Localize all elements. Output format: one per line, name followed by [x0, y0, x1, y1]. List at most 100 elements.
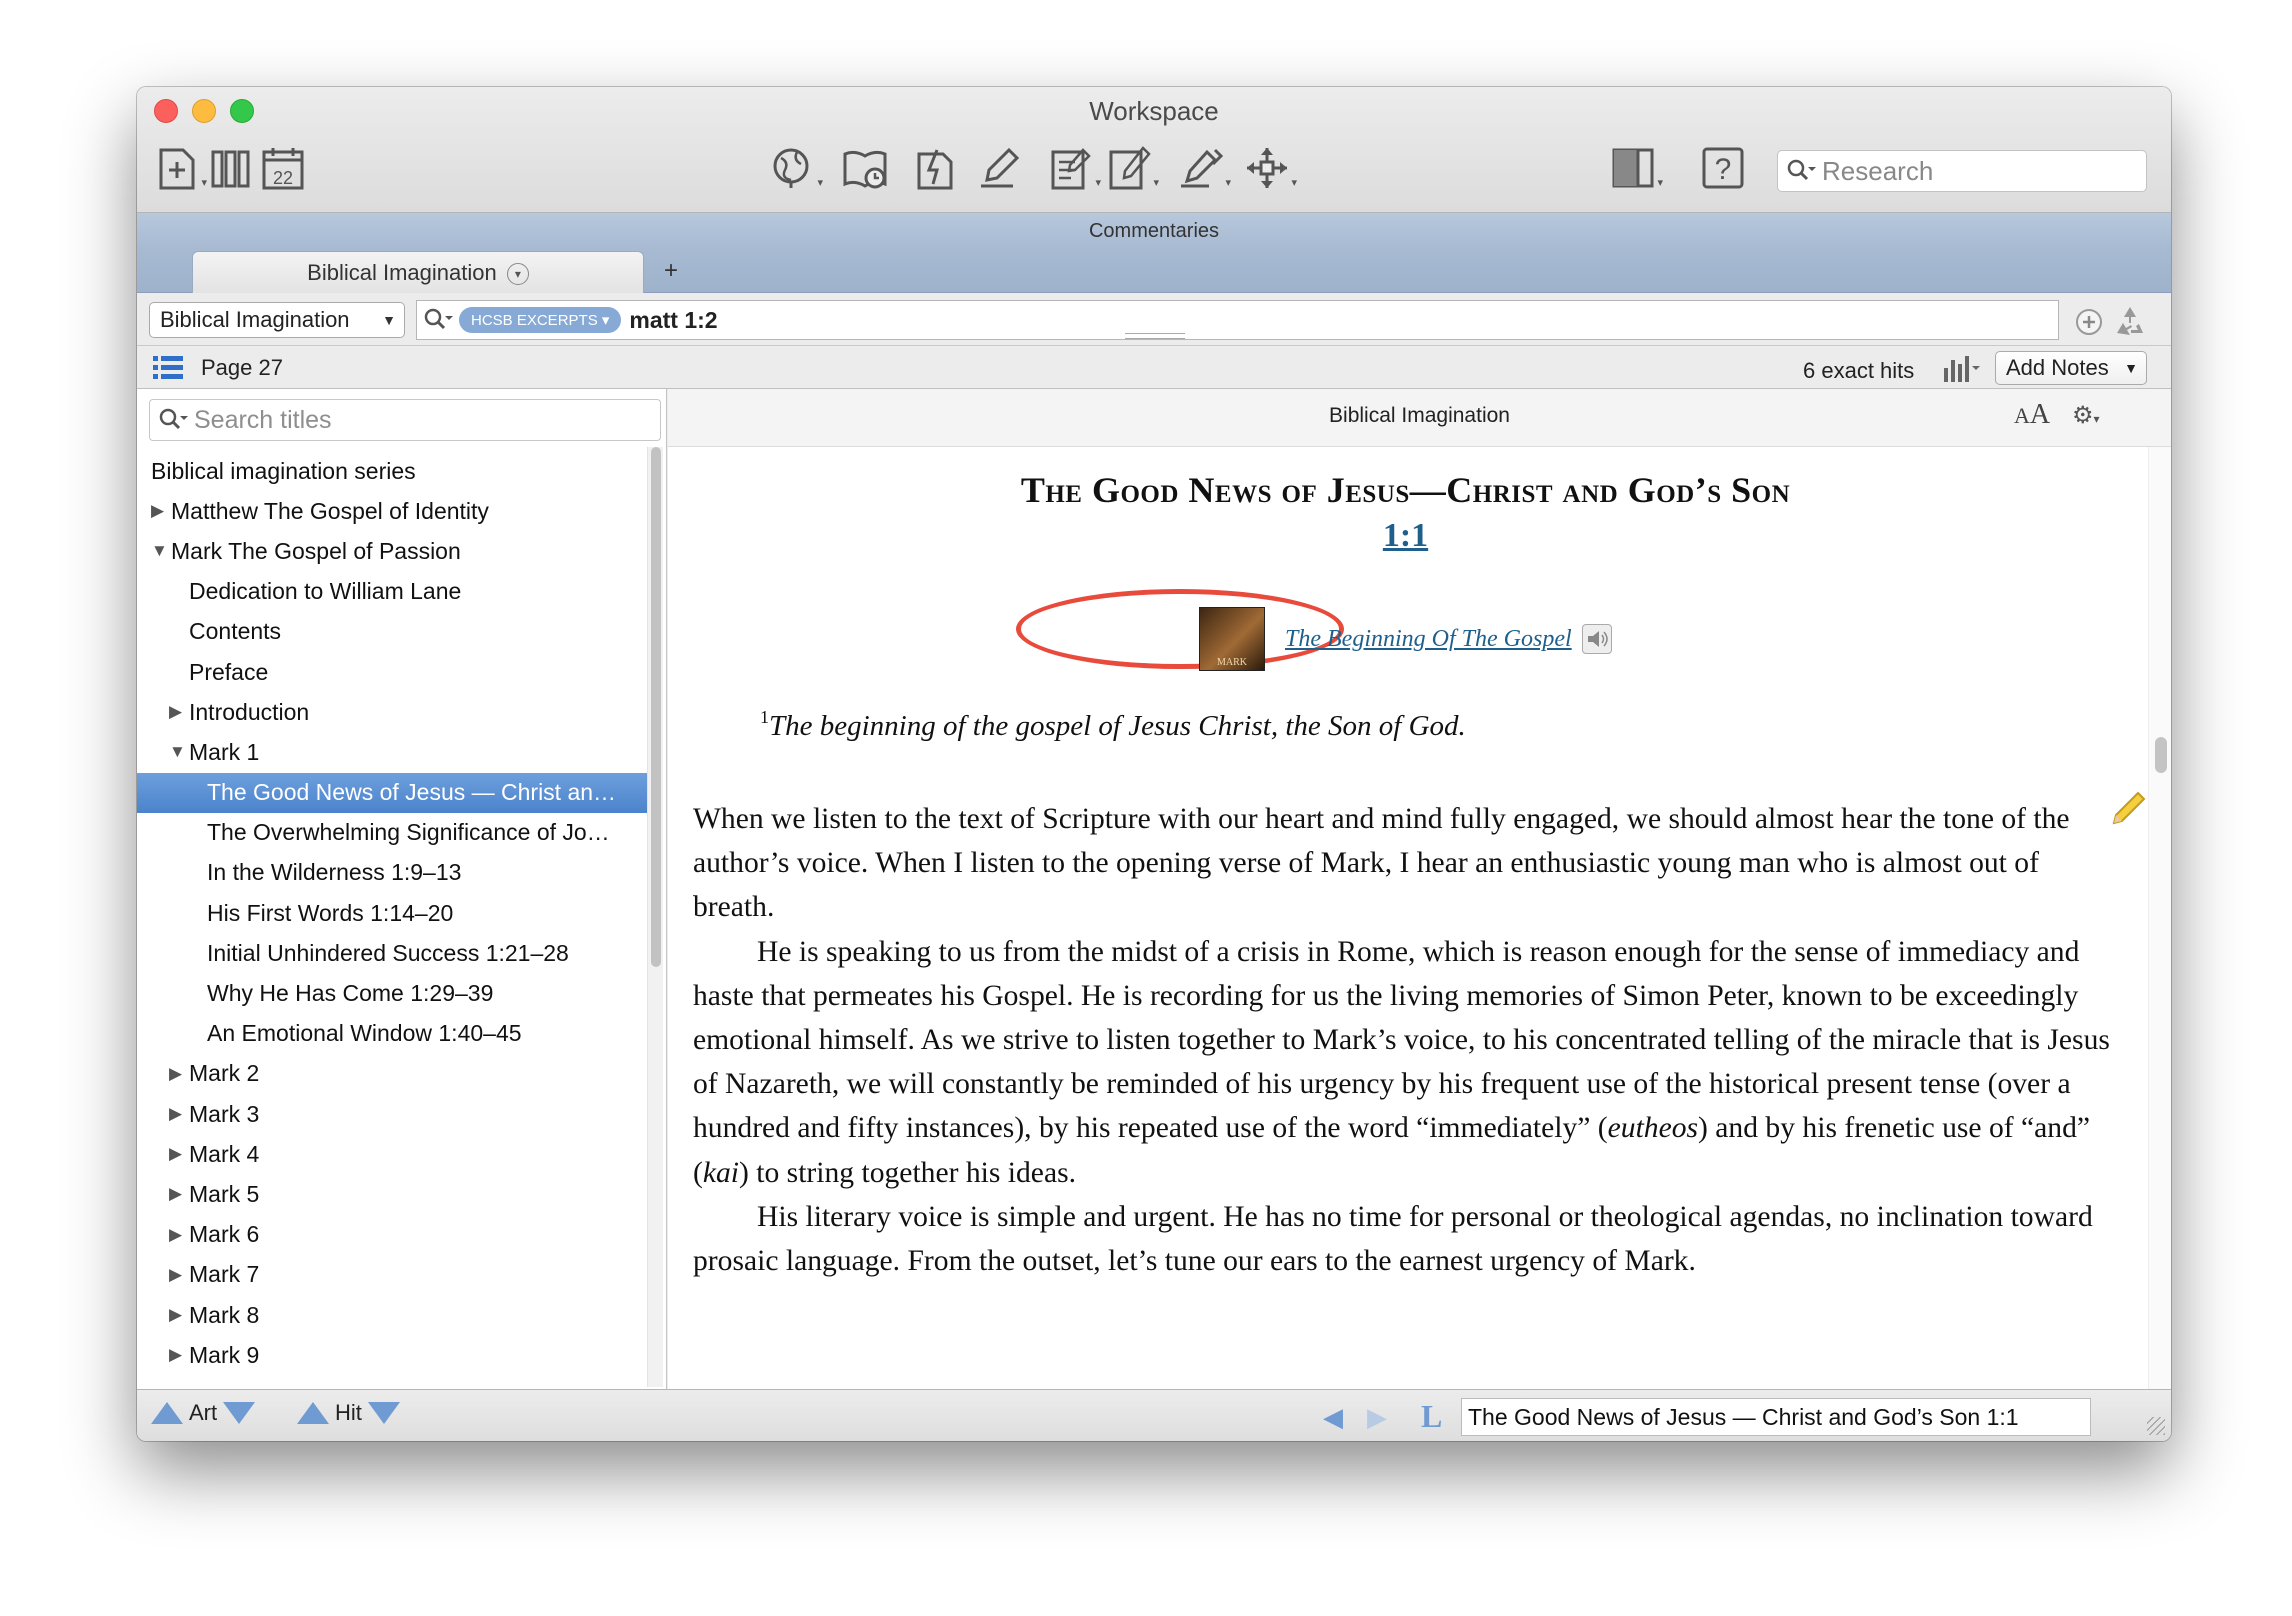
disclosure-closed-icon[interactable]: ▶	[169, 1104, 189, 1124]
video-thumbnail[interactable]: MARK	[1199, 607, 1265, 671]
disclosure-closed-icon[interactable]: ▶	[169, 1064, 189, 1084]
toc-item-label: Introduction	[189, 698, 310, 725]
toc-item-label: Mark 3	[189, 1100, 260, 1127]
search-icon	[1787, 159, 1816, 181]
back-arrow-icon[interactable]: ◀	[1323, 1402, 1343, 1433]
sidebar-scrollbar[interactable]	[647, 447, 663, 1387]
gear-icon[interactable]: ⚙▾	[2072, 401, 2100, 430]
layout-icon[interactable]: ▾	[1607, 141, 1663, 195]
search-titles-input[interactable]: Search titles	[149, 399, 661, 441]
add-notes-button[interactable]: Add Notes ▼	[1995, 351, 2147, 385]
tab-menu-icon[interactable]: ▾	[506, 263, 529, 286]
add-tab-button[interactable]: +	[664, 257, 678, 285]
contents-list-icon[interactable]	[153, 356, 183, 380]
resource-selector[interactable]: Biblical Imagination ▼	[149, 302, 405, 338]
bar-graph-icon[interactable]	[1942, 354, 1982, 382]
toc-item[interactable]: Biblical imagination series	[137, 451, 649, 491]
italic-term: kai	[702, 1156, 740, 1189]
toc-item[interactable]: His First Words 1:14–20	[137, 893, 649, 933]
link-icon[interactable]: L	[1421, 1398, 1442, 1435]
speaker-icon[interactable]	[1581, 624, 1612, 654]
toc-item[interactable]: ▶ Mark 4	[137, 1134, 649, 1174]
disclosure-closed-icon[interactable]: ▶	[169, 1305, 189, 1325]
hit-label: Hit	[335, 1400, 362, 1425]
text-run: His literary voice is simple and urgent.…	[693, 1200, 2093, 1278]
search-icon	[424, 308, 453, 330]
library-icon[interactable]	[205, 141, 257, 195]
notepad-icon[interactable]: ▾	[1045, 141, 1101, 195]
content-scroll-thumb[interactable]	[2155, 737, 2167, 773]
edit-document-icon[interactable]: ▾	[1103, 141, 1159, 195]
toc-item-label: The Overwhelming Significance of Jo…	[207, 819, 610, 846]
font-size-label: AA	[2014, 399, 2051, 430]
content-scrollbar[interactable]	[2148, 447, 2171, 1389]
globe-icon[interactable]: ▾	[767, 141, 823, 195]
reference-search-input[interactable]: HCSB EXCERPTS ▾ matt 1:2	[416, 300, 2059, 340]
toc-item[interactable]: ▶ Mark 9	[137, 1335, 649, 1375]
toc-item[interactable]: ▶ Mark 8	[137, 1295, 649, 1335]
location-field[interactable]: The Good News of Jesus — Christ and God’…	[1461, 1398, 2091, 1436]
previous-article-icon[interactable]	[151, 1402, 183, 1424]
add-circle-icon[interactable]	[2074, 307, 2104, 337]
toc-item[interactable]: ▼ Mark 1	[137, 732, 649, 772]
toc-item[interactable]: An Emotional Window 1:40–45	[137, 1014, 649, 1054]
resource-selector-value: Biblical Imagination	[160, 307, 350, 332]
toc-item[interactable]: Preface	[137, 652, 649, 692]
toc-item[interactable]: Why He Has Come 1:29–39	[137, 973, 649, 1013]
resize-grip[interactable]	[1125, 333, 1185, 339]
panel-title: Commentaries	[137, 213, 2171, 249]
toc-item[interactable]: The Good News of Jesus — Christ an…	[137, 772, 649, 813]
disclosure-closed-icon[interactable]: ▶	[169, 1184, 189, 1204]
toc-item[interactable]: ▶ Mark 3	[137, 1094, 649, 1134]
toc-item[interactable]: ▶ Mark 6	[137, 1215, 649, 1255]
add-notes-label: Add Notes	[2006, 355, 2109, 380]
scope-pill[interactable]: HCSB EXCERPTS ▾	[459, 307, 622, 333]
pencil-note-icon[interactable]	[2108, 789, 2148, 829]
disclosure-closed-icon[interactable]: ▶	[151, 501, 171, 521]
toc-item[interactable]: ▶ Mark 5	[137, 1174, 649, 1214]
toc-item[interactable]: ▼ Mark The Gospel of Passion	[137, 531, 649, 571]
research-search-field[interactable]: Research	[1777, 150, 2147, 192]
highlighter-icon[interactable]	[973, 141, 1025, 195]
chevron-down-icon: ▼	[2124, 360, 2138, 376]
toc-item-label: Mark 4	[189, 1140, 260, 1167]
media-link[interactable]: The Beginning Of The Gospel	[1285, 626, 1572, 653]
toc-item[interactable]: In the Wilderness 1:9–13	[137, 853, 649, 893]
previous-hit-icon[interactable]	[297, 1402, 329, 1424]
toc-item[interactable]: ▶ Mark 7	[137, 1255, 649, 1295]
book-history-icon[interactable]	[839, 141, 891, 195]
help-icon[interactable]: ?	[1697, 141, 1749, 195]
new-document-icon[interactable]: ▾	[151, 141, 207, 195]
disclosure-open-icon[interactable]: ▼	[169, 742, 189, 762]
sidebar-scroll-thumb[interactable]	[651, 447, 661, 967]
verse-reference-link[interactable]: 1:1	[668, 517, 2143, 555]
disclosure-closed-icon[interactable]: ▶	[169, 1265, 189, 1285]
next-article-icon[interactable]	[223, 1402, 256, 1424]
disclosure-closed-icon[interactable]: ▶	[169, 1345, 189, 1365]
toc-item[interactable]: ▶ Matthew The Gospel of Identity	[137, 491, 649, 531]
query-text[interactable]: matt 1:2	[629, 307, 717, 334]
disclosure-closed-icon[interactable]: ▶	[169, 702, 189, 722]
note-icon[interactable]	[909, 141, 961, 195]
disclosure-open-icon[interactable]: ▼	[151, 541, 171, 561]
toc-item-label: Matthew The Gospel of Identity	[171, 497, 489, 524]
move-arrows-icon[interactable]: ▾	[1241, 141, 1297, 195]
toc-item-label: Why He Has Come 1:29–39	[207, 980, 494, 1007]
tab-biblical-imagination[interactable]: Biblical Imagination ▾	[192, 251, 644, 293]
toc-item[interactable]: The Overwhelming Significance of Jo…	[137, 813, 649, 853]
toc-item[interactable]: Dedication to William Lane	[137, 572, 649, 612]
toc-item[interactable]: ▶ Introduction	[137, 692, 649, 732]
font-size-button[interactable]: AA	[2014, 399, 2050, 431]
text-run: When we listen to the text of Scripture …	[693, 803, 2070, 924]
calendar-icon[interactable]: 22	[257, 141, 309, 195]
disclosure-closed-icon[interactable]: ▶	[169, 1225, 189, 1245]
next-hit-icon[interactable]	[367, 1402, 400, 1424]
resize-handle[interactable]	[2147, 1417, 2165, 1435]
forward-arrow-icon[interactable]: ▶	[1367, 1402, 1387, 1433]
toc-item[interactable]: Initial Unhindered Success 1:21–28	[137, 933, 649, 973]
toc-item[interactable]: ▶ Mark 2	[137, 1054, 649, 1094]
pens-icon[interactable]: ▾	[1175, 141, 1231, 195]
disclosure-closed-icon[interactable]: ▶	[169, 1144, 189, 1164]
recycle-icon[interactable]	[2111, 303, 2149, 339]
toc-item[interactable]: Contents	[137, 612, 649, 652]
